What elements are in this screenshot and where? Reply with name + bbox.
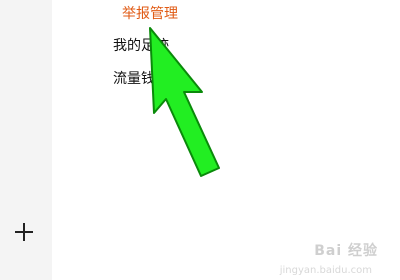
- menu-item-data-wallet[interactable]: 流量钱包: [113, 70, 169, 88]
- menu-item-report-management[interactable]: 举报管理: [122, 5, 178, 23]
- watermark-logo: Bai 经验: [314, 243, 378, 259]
- watermark-url: jingyan.baidu.com: [279, 265, 372, 276]
- plus-icon[interactable]: [12, 220, 36, 244]
- menu-item-my-footprints[interactable]: 我的足迹: [113, 37, 169, 55]
- arrow-pointer-icon: [149, 27, 220, 177]
